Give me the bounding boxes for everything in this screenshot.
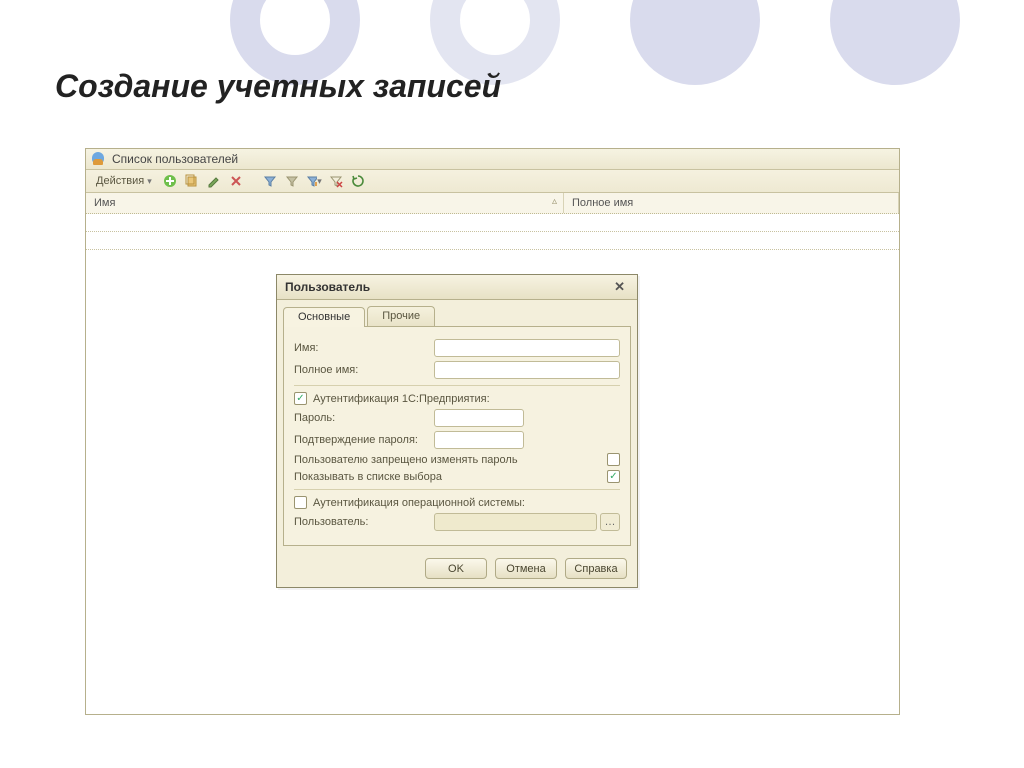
confirm-password-field[interactable]	[434, 431, 524, 449]
dialog-body: Имя: Полное имя: ✓ Аутентификация 1С:Пре…	[283, 326, 631, 546]
sort-asc-icon: ▵	[552, 196, 557, 207]
auth-1c-checkbox[interactable]: ✓	[294, 392, 307, 405]
chevron-down-icon: ▾	[147, 176, 152, 187]
row-forbid-change: Пользователю запрещено изменять пароль	[294, 453, 620, 466]
help-button[interactable]: Справка	[565, 558, 627, 579]
label-auth-1c: Аутентификация 1С:Предприятия:	[313, 393, 490, 405]
grid-row-empty	[86, 214, 899, 232]
auth-os-checkbox[interactable]	[294, 496, 307, 509]
separator	[294, 489, 620, 490]
label-auth-os: Аутентификация операционной системы:	[313, 497, 525, 509]
label-password: Пароль:	[294, 412, 434, 424]
filter-clear-icon[interactable]	[328, 173, 344, 189]
user-list-columns: Имя ▵ Полное имя	[86, 193, 899, 214]
label-forbid-change: Пользователю запрещено изменять пароль	[294, 454, 518, 466]
separator	[294, 385, 620, 386]
column-header-name[interactable]: Имя ▵	[86, 193, 564, 213]
user-list-toolbar: Действия ▾ ▾	[86, 170, 899, 193]
filter-icon[interactable]	[262, 173, 278, 189]
delete-icon[interactable]	[228, 173, 244, 189]
row-password: Пароль:	[294, 409, 620, 427]
decor-circle	[630, 0, 760, 85]
user-list-titlebar: Список пользователей	[86, 149, 899, 170]
row-auth-os: Аутентификация операционной системы:	[294, 496, 620, 509]
browse-os-user-button[interactable]: …	[600, 513, 620, 531]
column-name-label: Имя	[94, 197, 115, 209]
dialog-tabs: Основные Прочие	[277, 300, 637, 326]
refresh-icon[interactable]	[350, 173, 366, 189]
fullname-field[interactable]	[434, 361, 620, 379]
filter-settings-icon[interactable]: ▾	[306, 173, 322, 189]
dialog-title: Пользователь	[285, 280, 370, 294]
edit-icon[interactable]	[206, 173, 222, 189]
ok-button[interactable]: OK	[425, 558, 487, 579]
page-title: Создание учетных записей	[55, 68, 501, 105]
label-show-in-list: Показывать в списке выбора	[294, 471, 442, 483]
decor-circle	[830, 0, 960, 85]
label-name: Имя:	[294, 342, 434, 354]
password-field[interactable]	[434, 409, 524, 427]
column-header-fullname[interactable]: Полное имя	[564, 193, 899, 213]
actions-menu-button[interactable]: Действия ▾	[92, 174, 156, 188]
tab-main[interactable]: Основные	[283, 307, 365, 327]
column-fullname-label: Полное имя	[572, 197, 633, 209]
grid-row-empty	[86, 232, 899, 250]
os-user-field	[434, 513, 597, 531]
row-name: Имя:	[294, 339, 620, 357]
row-fullname: Полное имя:	[294, 361, 620, 379]
name-field[interactable]	[434, 339, 620, 357]
forbid-change-checkbox[interactable]	[607, 453, 620, 466]
filter-off-icon[interactable]	[284, 173, 300, 189]
user-dialog: Пользователь ✕ Основные Прочие Имя: Полн…	[276, 274, 638, 588]
row-confirm: Подтверждение пароля:	[294, 431, 620, 449]
show-in-list-checkbox[interactable]: ✓	[607, 470, 620, 483]
chevron-down-icon: ▾	[317, 176, 322, 187]
dialog-buttons: OK Отмена Справка	[277, 552, 637, 587]
row-os-user: Пользователь: …	[294, 513, 620, 531]
label-confirm: Подтверждение пароля:	[294, 434, 434, 446]
row-auth-1c: ✓ Аутентификация 1С:Предприятия:	[294, 392, 620, 405]
close-icon[interactable]: ✕	[610, 279, 629, 295]
user-list-title: Список пользователей	[112, 152, 238, 166]
label-fullname: Полное имя:	[294, 364, 434, 376]
add-icon[interactable]	[162, 173, 178, 189]
row-show-in-list: Показывать в списке выбора ✓	[294, 470, 620, 483]
user-icon	[92, 152, 106, 166]
copy-icon[interactable]	[184, 173, 200, 189]
tab-other[interactable]: Прочие	[367, 306, 435, 326]
label-os-user: Пользователь:	[294, 516, 434, 528]
actions-menu-label: Действия	[96, 175, 144, 187]
dialog-titlebar: Пользователь ✕	[277, 275, 637, 300]
cancel-button[interactable]: Отмена	[495, 558, 557, 579]
